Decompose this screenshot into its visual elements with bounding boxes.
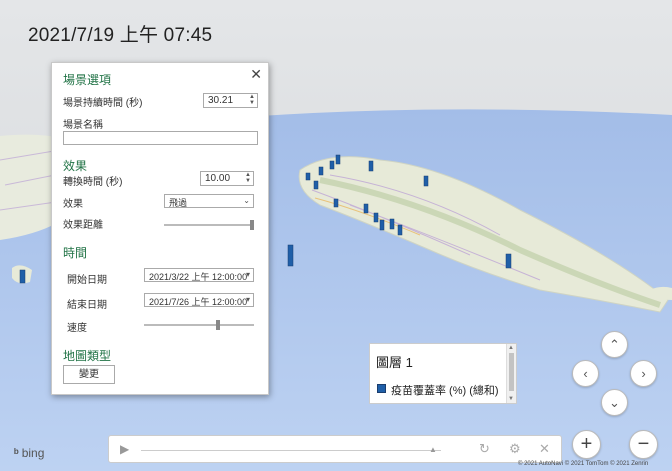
legend-scrollbar[interactable]: ▲ ▼ — [506, 344, 516, 403]
rotate-left-button[interactable]: ‹ — [572, 360, 599, 387]
end-date-label: 結束日期 — [67, 300, 107, 311]
speed-slider[interactable] — [144, 320, 254, 330]
close-icon[interactable]: ✕ — [539, 441, 550, 457]
slider-thumb[interactable] — [250, 220, 254, 230]
legend-entry: 疫苗覆蓋率 (%) (總和) — [391, 385, 499, 397]
data-bar — [318, 166, 324, 176]
stepper-arrows-icon[interactable]: ▲ ▼ — [245, 172, 251, 184]
scene-options-title: 場景選項 — [63, 73, 112, 87]
playback-thumb[interactable]: ▲ — [429, 445, 437, 454]
chevron-down-icon: ⌄ — [609, 395, 620, 410]
playback-track[interactable] — [141, 450, 441, 451]
slider-thumb[interactable] — [216, 320, 220, 330]
chevron-right-icon: › — [641, 366, 646, 381]
duration-value: 30.21 — [208, 95, 234, 106]
scene-name-input[interactable] — [63, 131, 258, 145]
data-bar — [335, 154, 341, 165]
transition-duration-stepper[interactable]: 10.00 ▲ ▼ — [200, 171, 254, 186]
time-section-title: 時間 — [63, 246, 88, 260]
start-date-value: 2021/3/22 上午 12:00:00 — [149, 272, 248, 282]
rotate-right-button[interactable]: › — [630, 360, 657, 387]
data-bar — [19, 269, 26, 284]
data-bar — [305, 172, 311, 181]
data-bar — [389, 218, 395, 230]
data-bar — [423, 175, 429, 187]
tour-playback-bar: ▶ ▲ ↻ ⚙ ✕ — [108, 435, 562, 463]
bing-text: bing — [21, 446, 45, 460]
data-bar — [379, 219, 385, 231]
data-bar — [329, 160, 335, 170]
map-copyright: © 2021 AutoNavi © 2021 TomTom © 2021 Zen… — [518, 461, 649, 467]
start-date-label: 開始日期 — [67, 275, 107, 286]
data-bar — [397, 224, 403, 236]
play-icon[interactable]: ▶ — [120, 442, 129, 456]
minus-icon: − — [637, 433, 650, 455]
chevron-up-icon: ⌃ — [609, 337, 620, 352]
data-bar — [287, 244, 294, 267]
data-bar — [333, 198, 339, 208]
effect-label: 效果 — [63, 199, 83, 210]
effect-distance-label: 效果距離 — [63, 220, 103, 231]
map-type-section-title: 地圖類型 — [63, 349, 112, 363]
transition-duration-label: 轉換時間 (秒) — [63, 177, 123, 188]
scroll-down-icon[interactable]: ▼ — [508, 396, 514, 402]
chevron-left-icon: ‹ — [583, 366, 588, 381]
chevron-down-icon: ⌄ — [243, 196, 250, 205]
duration-label: 場景持續時間 (秒) — [63, 98, 143, 109]
refresh-icon[interactable]: ↻ — [479, 441, 490, 457]
chevron-down-icon: ▾ — [245, 295, 250, 304]
legend-swatch — [377, 384, 386, 393]
data-bar — [368, 160, 374, 172]
scene-name-label: 場景名稱 — [63, 120, 103, 131]
zoom-in-button[interactable]: + — [572, 430, 601, 459]
end-date-picker[interactable]: 2021/7/26 上午 12:00:00 ▾ — [144, 293, 254, 307]
data-bar — [373, 212, 379, 223]
tilt-up-button[interactable]: ⌃ — [601, 331, 628, 358]
current-timestamp: 2021/7/19 上午 07:45 — [28, 25, 213, 46]
layer-legend[interactable]: 圖層 1 疫苗覆蓋率 (%) (總和) ▲ ▼ — [369, 343, 517, 404]
transition-duration-value: 10.00 — [205, 173, 231, 184]
end-date-value: 2021/7/26 上午 12:00:00 — [149, 297, 248, 307]
close-icon[interactable]: ✕ — [250, 66, 262, 83]
data-bar — [363, 203, 369, 214]
duration-stepper[interactable]: 30.21 ▲ ▼ — [203, 93, 258, 108]
chevron-down-icon: ▾ — [245, 270, 250, 279]
plus-icon: + — [580, 433, 593, 455]
bing-b-icon: ᵇ — [14, 446, 19, 460]
data-bar — [313, 180, 319, 190]
effect-dropdown[interactable]: 飛過 ⌄ — [164, 194, 254, 208]
tilt-down-button[interactable]: ⌄ — [601, 389, 628, 416]
effects-section-title: 效果 — [63, 159, 88, 173]
gear-icon[interactable]: ⚙ — [509, 441, 521, 457]
bing-logo: ᵇ bing — [14, 446, 44, 460]
scroll-up-icon[interactable]: ▲ — [508, 345, 514, 351]
effect-value: 飛過 — [169, 198, 188, 208]
effect-distance-slider[interactable] — [164, 220, 254, 230]
start-date-picker[interactable]: 2021/3/22 上午 12:00:00 ▾ — [144, 268, 254, 282]
stepper-arrows-icon[interactable]: ▲ ▼ — [249, 94, 255, 106]
zoom-out-button[interactable]: − — [629, 430, 658, 459]
scene-options-panel: ✕ 場景選項 場景持續時間 (秒) 30.21 ▲ ▼ 場景名稱 效果 轉換時間 … — [51, 62, 269, 395]
speed-label: 速度 — [67, 323, 87, 334]
data-bar — [505, 253, 512, 269]
change-map-type-button[interactable]: 變更 — [63, 365, 115, 384]
scrollbar-thumb[interactable] — [509, 353, 514, 391]
legend-title: 圖層 1 — [376, 355, 413, 370]
